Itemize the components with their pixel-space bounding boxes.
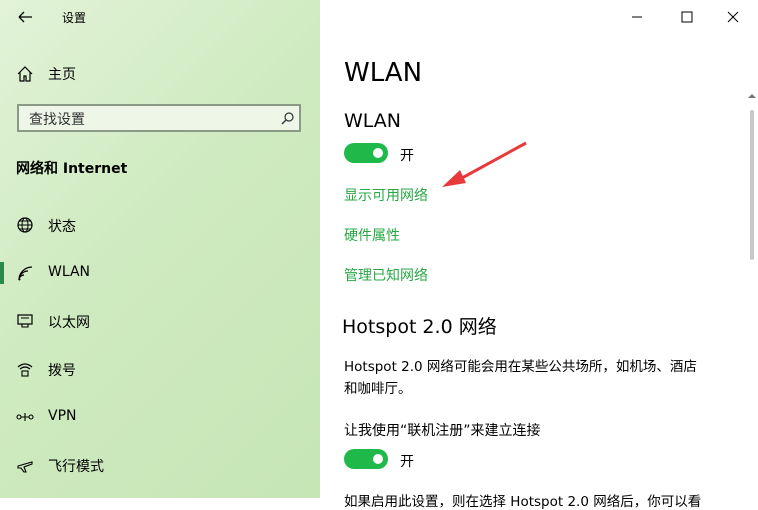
close-icon (727, 11, 739, 23)
hotspot-description: Hotspot 2.0 网络可能会用在某些公共场所，如机场、酒店 和咖啡厅。 (344, 356, 744, 400)
cut-off-description: 如果启用此设置，则在选择 Hotspot 2.0 网络后，你可以看 (344, 494, 702, 510)
wlan-heading: WLAN (344, 110, 402, 132)
sidebar-item-label: 飞行模式 (48, 459, 104, 475)
dialup-icon (17, 363, 33, 377)
airplane-icon (17, 461, 33, 473)
section-header: 网络和 Internet (16, 161, 128, 177)
hotspot-heading: Hotspot 2.0 网络 (342, 316, 497, 338)
home-label: 主页 (48, 67, 76, 83)
wlan-toggle-label: 开 (400, 148, 414, 164)
online-signup-toggle[interactable] (344, 449, 388, 469)
ethernet-icon (17, 314, 33, 328)
maximize-button[interactable] (664, 2, 710, 32)
show-available-networks-link[interactable]: 显示可用网络 (344, 185, 428, 205)
sidebar: 设置 主页 网络和 Internet 状态 WLAN (0, 0, 320, 498)
sidebar-item-status[interactable]: 状态 (0, 206, 320, 244)
toggle-knob (373, 148, 383, 158)
manage-known-networks-link[interactable]: 管理已知网络 (344, 265, 428, 285)
vpn-icon (16, 413, 34, 421)
globe-icon (17, 217, 33, 233)
page-title: WLAN (344, 58, 423, 88)
search-icon[interactable] (279, 111, 295, 127)
sidebar-item-ethernet[interactable]: 以太网 (0, 302, 320, 340)
online-signup-toggle-label: 开 (400, 454, 414, 470)
minimize-icon (632, 16, 642, 18)
wifi-icon (18, 266, 33, 281)
sidebar-item-label: WLAN (48, 264, 91, 280)
sidebar-item-home[interactable]: 主页 (16, 62, 76, 86)
main-panel: WLAN WLAN 开 显示可用网络 硬件属性 管理已知网络 Hotspot 2… (320, 0, 758, 510)
search-box[interactable] (17, 104, 301, 132)
scrollbar-thumb[interactable] (750, 110, 754, 260)
minimize-button[interactable] (614, 2, 660, 32)
scroll-up-icon[interactable] (748, 92, 756, 100)
search-input[interactable] (27, 109, 271, 131)
hotspot-desc-line: 和咖啡厅。 (344, 381, 412, 397)
back-button[interactable] (14, 6, 36, 28)
sidebar-item-label: 状态 (48, 219, 76, 235)
home-icon (17, 66, 33, 82)
hotspot-desc-line: Hotspot 2.0 网络可能会用在某些公共场所，如机场、酒店 (344, 359, 697, 375)
toggle-knob (373, 454, 383, 464)
wlan-toggle[interactable] (344, 143, 388, 163)
sidebar-item-label: 以太网 (48, 315, 90, 331)
sidebar-item-airplane[interactable]: 飞行模式 (0, 446, 320, 484)
maximize-icon (681, 11, 693, 23)
titlebar-left: 设置 (0, 0, 320, 34)
sidebar-item-label: VPN (48, 408, 77, 424)
back-arrow-icon (18, 11, 32, 23)
sidebar-item-dialup[interactable]: 拨号 (0, 350, 320, 388)
sidebar-item-wlan[interactable]: WLAN (0, 254, 320, 292)
close-button[interactable] (710, 2, 756, 32)
hardware-properties-link[interactable]: 硬件属性 (344, 225, 400, 245)
sidebar-item-vpn[interactable]: VPN (0, 398, 320, 436)
online-signup-label: 让我使用“联机注册”来建立连接 (344, 423, 541, 439)
selection-indicator (0, 262, 4, 284)
app-title: 设置 (62, 11, 87, 25)
sidebar-item-label: 拨号 (48, 363, 76, 379)
